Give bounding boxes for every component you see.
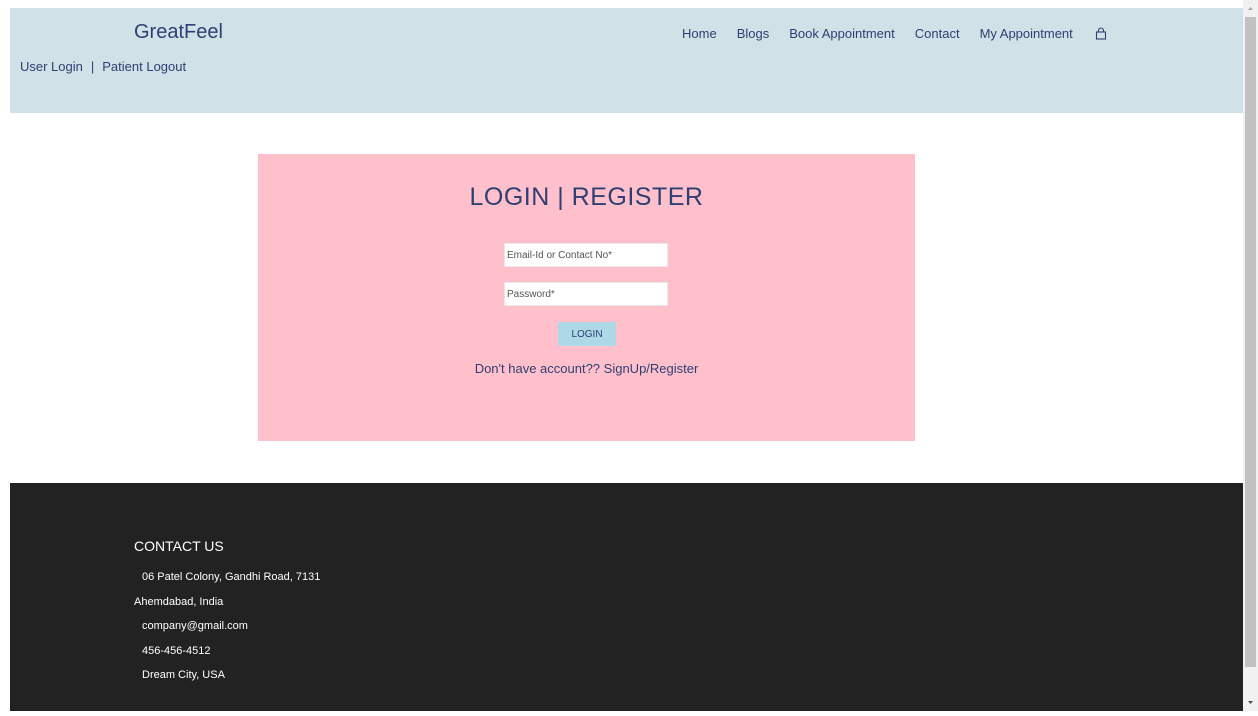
nav-contact[interactable]: Contact [915,26,960,41]
site-header: GreatFeel User Login | Patient Logout Home… [10,8,1243,113]
password-input[interactable] [504,282,668,306]
login-register-card: LOGIN | REGISTER LOGIN Don't have accoun… [258,154,915,441]
email-contact-input[interactable] [504,243,668,267]
brand-logo[interactable]: GreatFeel [134,21,223,44]
contact-us-heading: CONTACT US [134,538,224,554]
user-login-link[interactable]: User Login [20,59,83,74]
scroll-up-arrow-icon[interactable] [1243,0,1258,17]
scroll-up-arrow-svg [1248,7,1253,10]
signup-register-link[interactable]: SignUp/Register [604,361,699,376]
main-nav: Home Blogs Book Appointment Contact My A… [682,26,1107,41]
login-button[interactable]: LOGIN [558,322,616,346]
scrollbar-thumb[interactable] [1245,17,1256,667]
footer-phone: 456-456-4512 [142,645,211,657]
nav-my-appointment[interactable]: My Appointment [980,26,1073,41]
scroll-down-arrow-icon[interactable] [1243,694,1258,711]
footer-address-line2: Ahemdabad, India [134,596,224,608]
nav-home[interactable]: Home [682,26,717,41]
patient-logout-link[interactable]: Patient Logout [102,59,186,74]
shopping-bag-icon-svg [1095,26,1106,40]
top-strip [0,0,1258,8]
footer-email: company@gmail.com [142,620,248,632]
signup-prompt-text: Don't have account?? [474,361,604,376]
login-register-title: LOGIN | REGISTER [469,183,704,211]
shopping-bag-icon[interactable] [1095,26,1107,41]
user-nav-separator: | [90,59,95,74]
user-nav: User Login | Patient Logout [20,59,186,74]
footer-address-line1: 06 Patel Colony, Gandhi Road, 7131 [142,571,321,583]
signup-prompt: Don't have account?? SignUp/Register [258,361,915,376]
page-scrollbar[interactable] [1243,0,1258,711]
nav-book-appointment[interactable]: Book Appointment [789,26,895,41]
nav-blogs[interactable]: Blogs [737,26,770,41]
site-footer: CONTACT US 06 Patel Colony, Gandhi Road,… [10,483,1243,711]
footer-city: Dream City, USA [142,669,225,681]
page: GreatFeel User Login | Patient Logout Home… [0,0,1258,711]
scroll-down-arrow-svg [1248,701,1253,704]
